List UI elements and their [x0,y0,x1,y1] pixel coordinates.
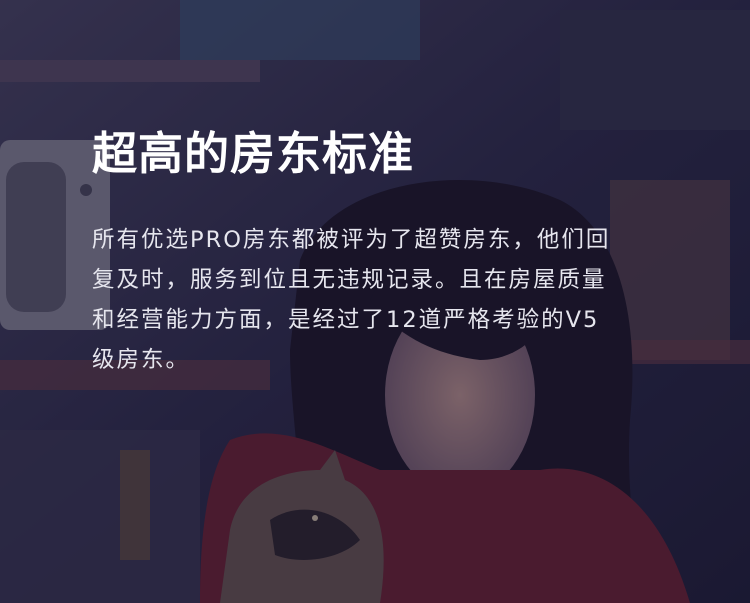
hero-banner: 超高的房东标准 所有优选PRO房东都被评为了超赞房东，他们回复及时，服务到位且无… [0,0,750,603]
hero-title: 超高的房东标准 [92,127,415,180]
hero-content: 超高的房东标准 所有优选PRO房东都被评为了超赞房东，他们回复及时，服务到位且无… [92,124,622,380]
hero-description: 所有优选PRO房东都被评为了超赞房东，他们回复及时，服务到位且无违规记录。且在房… [92,227,611,373]
